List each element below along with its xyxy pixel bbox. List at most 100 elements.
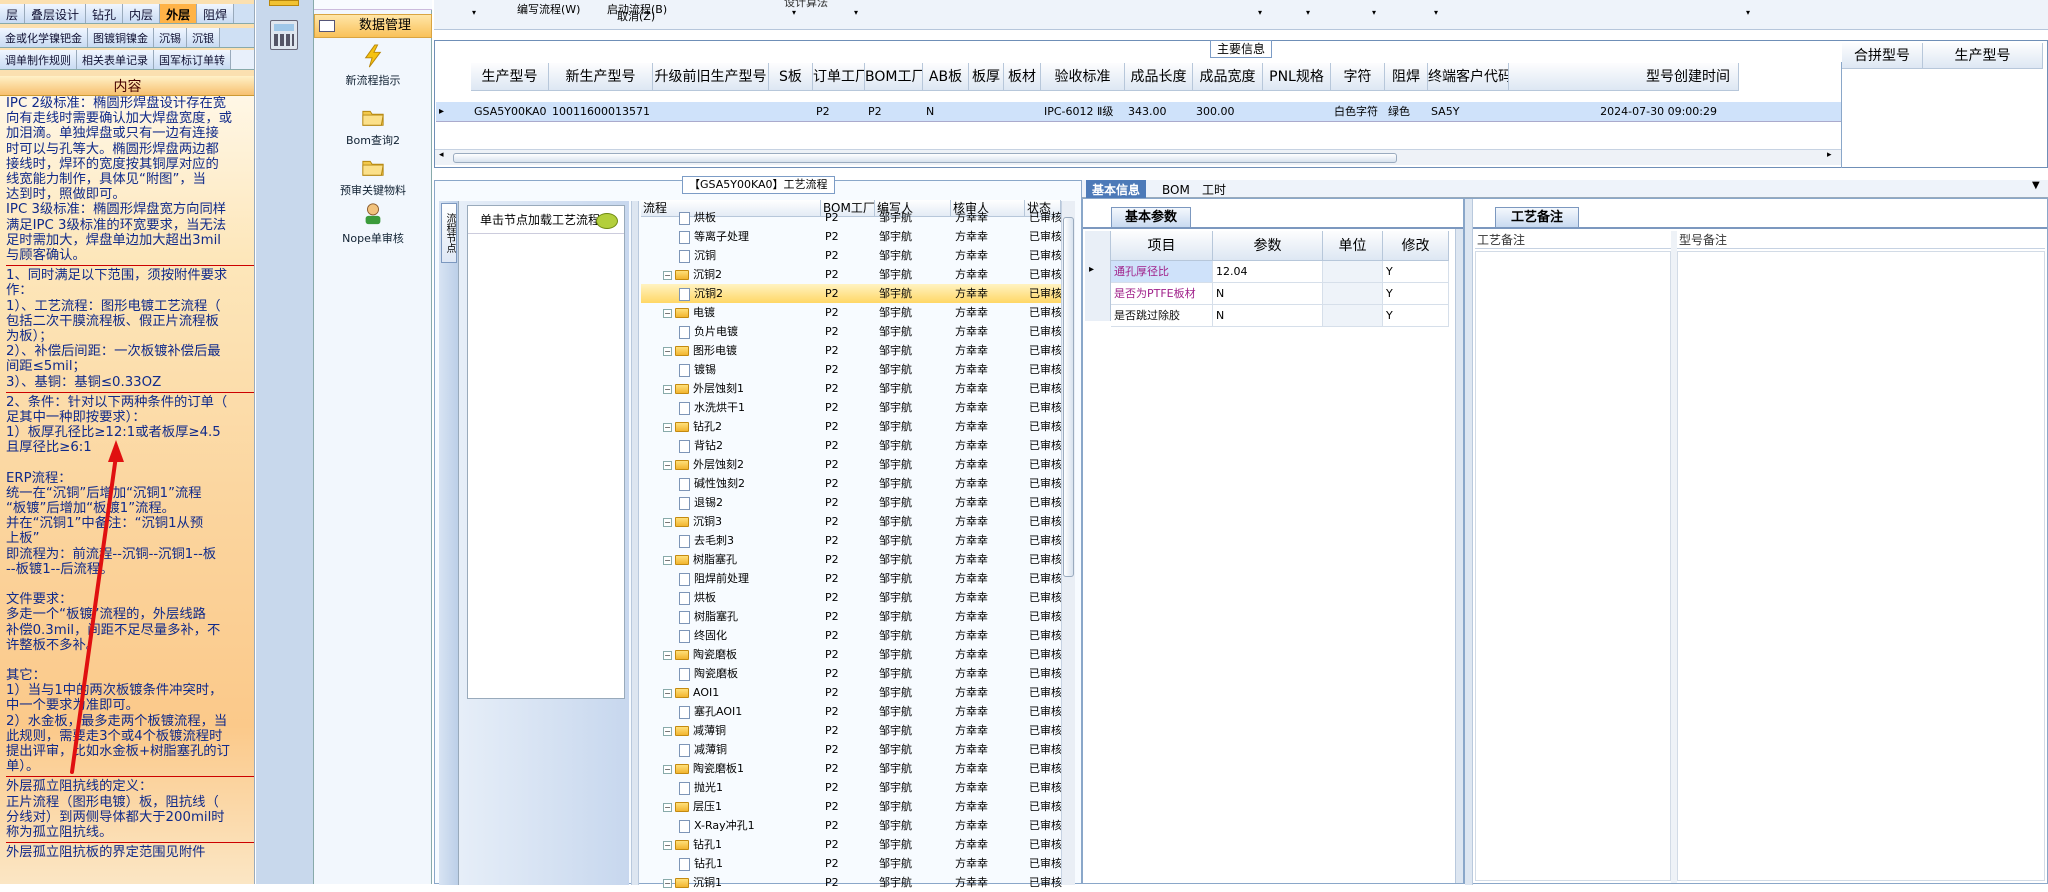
process-node-row[interactable]: 退锡2 P2 邹宇航 方幸幸 已审核: [641, 493, 1062, 512]
toolbar-icon[interactable]: [269, 0, 299, 6]
process-node-row[interactable]: − 树脂塞孔 P2 邹宇航 方幸幸 已审核: [641, 550, 1062, 569]
tab-bom[interactable]: BOM: [1156, 180, 1196, 200]
chevron-down-icon[interactable]: ▾: [792, 8, 796, 17]
table-cell[interactable]: P2: [865, 102, 923, 122]
process-node-row[interactable]: 背钻2 P2 邹宇航 方幸幸 已审核: [641, 436, 1062, 455]
column-header[interactable]: S板: [769, 63, 813, 91]
calculator-icon[interactable]: [270, 20, 298, 50]
process-node-row[interactable]: 去毛刺3 P2 邹宇航 方幸幸 已审核: [641, 531, 1062, 550]
new-process-instruction[interactable]: 新流程指示: [314, 44, 432, 88]
column-header[interactable]: 板厚: [969, 63, 1004, 91]
collapse-icon[interactable]: −: [663, 517, 672, 527]
nope-review[interactable]: Nope单审核: [314, 202, 432, 246]
column-header[interactable]: 板材: [1004, 63, 1041, 91]
param-cell[interactable]: 通孔厚径比: [1111, 261, 1213, 283]
collapse-icon[interactable]: −: [663, 878, 672, 888]
process-node-row[interactable]: 陶瓷磨板 P2 邹宇航 方幸幸 已审核: [641, 664, 1062, 683]
param-cell[interactable]: [1323, 283, 1383, 305]
collapse-icon[interactable]: −: [663, 460, 672, 470]
collapse-icon[interactable]: −: [663, 555, 672, 565]
table-cell[interactable]: GSA5Y00KA0: [471, 102, 549, 122]
column-header[interactable]: 新生产型号: [549, 63, 653, 91]
process-node-row[interactable]: − 减薄铜 P2 邹宇航 方幸幸 已审核: [641, 721, 1062, 740]
process-node-row[interactable]: 负片电镀 P2 邹宇航 方幸幸 已审核: [641, 322, 1062, 341]
chevron-down-icon[interactable]: ▾: [1434, 8, 1438, 17]
process-node-row[interactable]: 钻孔1 P2 邹宇航 方幸幸 已审核: [641, 854, 1062, 873]
process-node-row[interactable]: 烘板 P2 邹宇航 方幸幸 已审核: [641, 208, 1062, 227]
param-cell[interactable]: 12.04: [1213, 261, 1323, 283]
table-cell[interactable]: 10011600013571: [549, 102, 653, 122]
process-node-row[interactable]: − 沉铜1 P2 邹宇航 方幸幸 已审核: [641, 873, 1062, 892]
table-cell[interactable]: [653, 102, 769, 122]
hint-box[interactable]: 单击节点加载工艺流程: [467, 205, 625, 699]
process-node-row[interactable]: − 钻孔2 P2 邹宇航 方幸幸 已审核: [641, 417, 1062, 436]
param-cell[interactable]: 是否为PTFE板材: [1111, 283, 1213, 305]
process-node-row[interactable]: 抛光1 P2 邹宇航 方幸幸 已审核: [641, 778, 1062, 797]
column-header[interactable]: 订单工厂: [813, 63, 865, 91]
process-node-row[interactable]: 阻焊前处理 P2 邹宇航 方幸幸 已审核: [641, 569, 1062, 588]
param-cell[interactable]: Y: [1383, 305, 1449, 327]
process-node-row[interactable]: 镀锡 P2 邹宇航 方幸幸 已审核: [641, 360, 1062, 379]
process-node-row[interactable]: − 层压1 P2 邹宇航 方幸幸 已审核: [641, 797, 1062, 816]
table-cell[interactable]: 300.00: [1193, 102, 1263, 122]
collapse-icon[interactable]: −: [663, 840, 672, 850]
tab-drilling[interactable]: 钻孔: [86, 4, 124, 23]
column-header[interactable]: PNL规格: [1263, 63, 1331, 91]
table-cell[interactable]: 白色字符: [1331, 102, 1385, 122]
tab-form-records[interactable]: 相关表单记录: [77, 50, 154, 69]
column-header[interactable]: 单位: [1323, 231, 1383, 261]
splitter[interactable]: [1455, 229, 1463, 883]
process-node-row[interactable]: 水洗烘干1 P2 邹宇航 方幸幸 已审核: [641, 398, 1062, 417]
process-node-row[interactable]: 碱性蚀刻2 P2 邹宇航 方幸幸 已审核: [641, 474, 1062, 493]
column-header[interactable]: 修改: [1383, 231, 1449, 261]
tab-enepig[interactable]: 金或化学镍钯金: [0, 28, 88, 47]
collapse-icon[interactable]: −: [663, 688, 672, 698]
collapse-icon[interactable]: −: [663, 384, 672, 394]
chevron-down-icon[interactable]: ▾: [1746, 8, 1750, 17]
collapse-icon[interactable]: −: [663, 308, 672, 318]
table-cell[interactable]: [969, 102, 1004, 122]
column-header[interactable]: 成品宽度: [1193, 63, 1263, 91]
process-node-row[interactable]: − 图形电镀 P2 邹宇航 方幸幸 已审核: [641, 341, 1062, 360]
tab-process-notes[interactable]: 工艺备注: [1495, 207, 1579, 227]
chevron-down-icon[interactable]: ▾: [1372, 8, 1376, 17]
column-header[interactable]: 成品长度: [1125, 63, 1193, 91]
vertical-scrollbar[interactable]: [1061, 201, 1075, 885]
table-cell[interactable]: 343.00: [1125, 102, 1193, 122]
bom-query2[interactable]: Bom查询2: [314, 104, 432, 148]
column-header[interactable]: 项目: [1111, 231, 1213, 261]
column-header[interactable]: 合拼型号: [1842, 43, 1923, 69]
tab-pattern-plating[interactable]: 图镀铜镍金: [88, 28, 154, 47]
process-node-row[interactable]: 减薄铜 P2 邹宇航 方幸幸 已审核: [641, 740, 1062, 759]
process-node-row[interactable]: − 外层蚀刻1 P2 邹宇航 方幸幸 已审核: [641, 379, 1062, 398]
tab-solder-mask[interactable]: 阻焊: [197, 4, 235, 23]
collapse-icon[interactable]: −: [663, 726, 672, 736]
process-node-row[interactable]: 树脂塞孔 P2 邹宇航 方幸幸 已审核: [641, 607, 1062, 626]
process-node-row[interactable]: − 外层蚀刻2 P2 邹宇航 方幸幸 已审核: [641, 455, 1062, 474]
table-cell[interactable]: [769, 102, 813, 122]
chevron-down-icon[interactable]: ▾: [472, 8, 476, 17]
column-header[interactable]: 终端客户代码: [1428, 63, 1509, 91]
tab-immersion-tin[interactable]: 沉锡: [154, 28, 187, 47]
column-header[interactable]: 验收标准: [1041, 63, 1125, 91]
process-node-row[interactable]: 等离子处理 P2 邹宇航 方幸幸 已审核: [641, 227, 1062, 246]
tab-work-hours[interactable]: 工时: [1196, 180, 1232, 200]
chevron-down-icon[interactable]: ▼: [2032, 180, 2040, 191]
menu-design-algorithm[interactable]: 设计算法: [784, 0, 828, 10]
column-header[interactable]: 型号创建时间: [1509, 63, 1739, 91]
column-header[interactable]: AB板: [923, 63, 969, 91]
tab-outer-layer[interactable]: 外层: [160, 4, 198, 23]
column-header[interactable]: 生产型号: [471, 63, 549, 91]
tab-make-rules[interactable]: 调单制作规则: [0, 50, 77, 69]
process-nodes-tab[interactable]: 流程节点: [441, 203, 457, 263]
process-node-row[interactable]: 沉铜2 P2 邹宇航 方幸幸 已审核: [641, 284, 1062, 303]
tab-stackup[interactable]: 叠层设计: [25, 4, 87, 23]
table-cell[interactable]: P2: [813, 102, 865, 122]
tab-layer[interactable]: 层: [0, 4, 26, 23]
tab-inner-layer[interactable]: 内层: [123, 4, 161, 23]
collapse-icon[interactable]: −: [663, 270, 672, 280]
column-header[interactable]: 参数: [1213, 231, 1323, 261]
collapse-icon[interactable]: −: [663, 764, 672, 774]
process-node-row[interactable]: 终固化 P2 邹宇航 方幸幸 已审核: [641, 626, 1062, 645]
process-node-row[interactable]: − AOI1 P2 邹宇航 方幸幸 已审核: [641, 683, 1062, 702]
